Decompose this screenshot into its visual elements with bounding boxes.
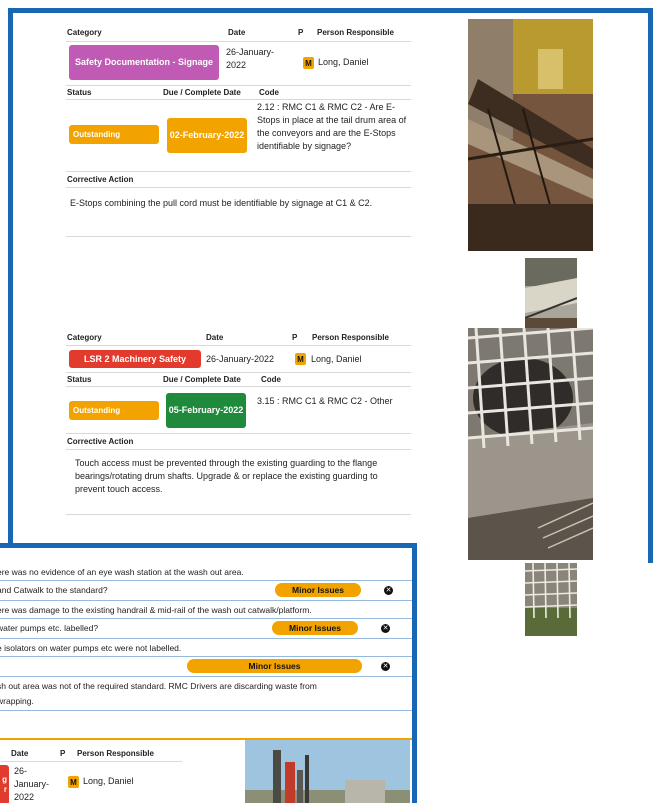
date-value: 26-January-2022 [206,354,275,364]
row-divider [0,676,412,677]
row-divider [0,638,412,639]
status-chip: Outstanding [69,401,159,420]
person-value: Long, Daniel [83,776,134,786]
header-priority: P [292,333,298,342]
header-date: Date [11,749,29,758]
close-icon[interactable]: ✕ [381,624,390,633]
header-priority: P [60,749,66,758]
due-date-chip: 02-February-2022 [167,118,247,153]
row-divider [0,600,412,601]
corrective-action-text: Touch access must be prevented through t… [75,458,378,495]
minor-issues-badge: Minor Issues [272,621,358,635]
header-status: Status [67,88,92,97]
corrective-action-text: E-Stops combining the pull cord must be … [70,198,373,208]
header-date: Date [206,333,224,342]
header-priority: P [298,28,304,37]
question-text: and Catwalk to the standard? [0,585,108,595]
finding-text-continued: wrapping. [0,696,34,706]
finding-card-1: Category Date P Person Responsible Safet… [13,13,473,253]
divider [66,236,411,237]
status-chip: Outstanding [69,125,159,144]
category-chip: Safety Documentation - Signage [69,45,219,80]
finding-card-2: Category Date P Person Responsible LSR 2… [13,328,473,528]
priority-badge: M [68,776,79,788]
close-icon[interactable]: ✕ [381,662,390,671]
header-due-date: Due / Complete Date [163,88,241,97]
minor-issues-badge: Minor Issues [275,583,361,597]
divider [66,514,411,515]
divider [66,171,411,172]
due-date-chip: 05-February-2022 [166,393,246,428]
row-divider [0,710,412,711]
row-divider [0,618,412,619]
divider [66,99,411,100]
divider [66,433,411,434]
category-chip: LSR 2 Machinery Safety [69,350,201,368]
minor-issues-badge: Minor Issues [187,659,362,673]
divider [66,187,411,188]
row-divider [0,580,412,581]
header-person-responsible: Person Responsible [312,333,389,342]
header-category: Category [67,333,102,342]
finding-text: ere was no evidence of an eye wash stati… [0,567,244,577]
question-text: water pumps etc. labelled? [0,623,99,633]
category-chip-fragment: g r [0,765,9,803]
code-text: 2.12 : RMC C1 & RMC C2 - Are E-Stops in … [257,102,407,152]
header-person-responsible: Person Responsible [317,28,394,37]
divider [66,372,411,373]
divider [66,41,411,42]
row-divider [0,656,412,657]
header-category: Category [67,28,102,37]
divider [66,345,411,346]
header-date: Date [228,28,246,37]
report-panel-top: Category Date P Person Responsible Safet… [8,8,653,636]
conveyor-tail-drum-photo [468,19,593,251]
person-value: Long, Daniel [318,57,369,67]
date-value: 26-January-2022 [14,766,50,803]
close-icon[interactable]: ✕ [384,586,393,595]
header-status: Status [67,375,92,384]
divider [0,761,182,762]
person-value: Long, Daniel [311,354,362,364]
code-text: 3.15 : RMC C1 & RMC C2 - Other [257,396,393,406]
header-corrective-action: Corrective Action [67,175,134,184]
finding-text: e isolators on water pumps etc were not … [0,643,182,653]
divider [66,85,411,86]
divider [66,386,411,387]
header-code: Code [261,375,281,384]
category-chip-fragment-bottom: r [3,785,7,794]
divider [66,449,411,450]
finding-text: sh out area was not of the required stan… [0,681,317,691]
header-code: Code [259,88,279,97]
priority-badge: M [303,57,314,69]
header-corrective-action: Corrective Action [67,437,134,446]
date-value: 26-January-2022 [226,47,275,71]
header-due-date: Due / Complete Date [163,375,241,384]
conveyor-thumbnail [525,258,577,333]
category-chip-fragment-top: g [2,775,7,785]
guarding-mesh-photo [468,328,593,560]
site-photo [245,740,410,803]
report-panel-bottom: ere was no evidence of an eye wash stati… [0,543,417,803]
guarding-thumbnail [525,563,577,636]
priority-badge: M [295,353,306,365]
header-person-responsible: Person Responsible [77,749,154,758]
finding-text: ere was damage to the existing handrail … [0,605,312,615]
